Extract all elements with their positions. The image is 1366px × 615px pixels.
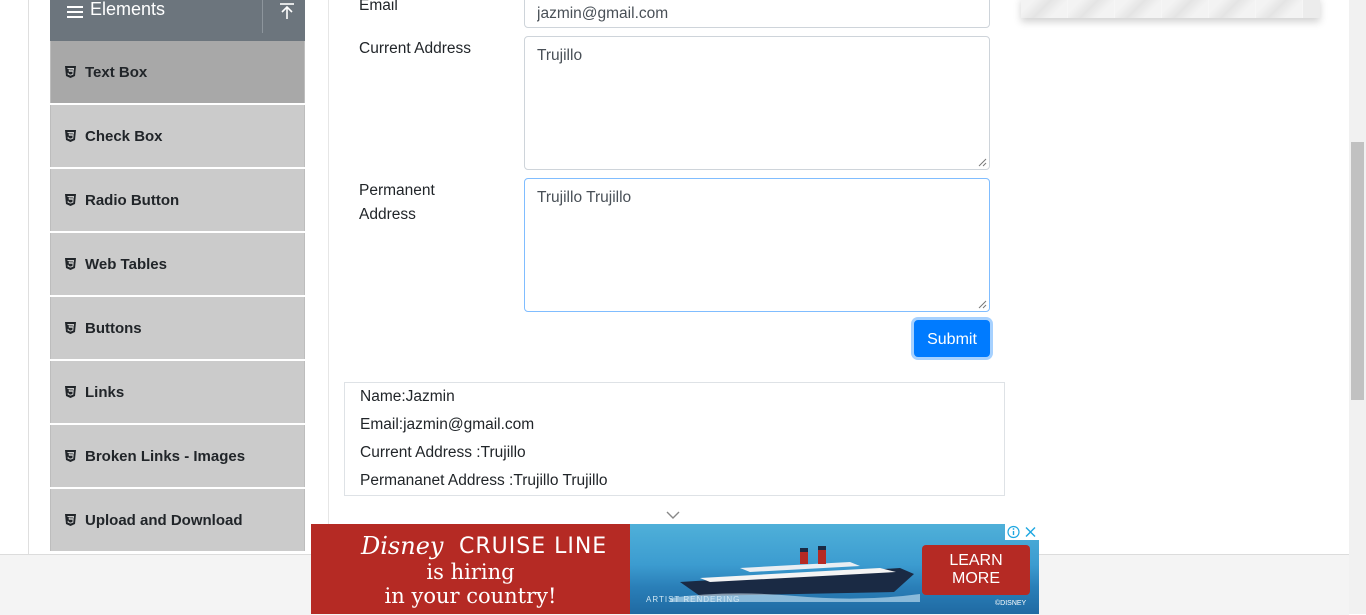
submit-button[interactable]: Submit bbox=[914, 320, 990, 357]
elements-group-header[interactable]: Elements bbox=[50, 0, 305, 41]
current-address-label: Current Address bbox=[359, 40, 471, 57]
ad-headline-line1: is hiring bbox=[426, 560, 515, 584]
menu-item-radio-button[interactable]: Radio Button bbox=[50, 169, 305, 231]
menu-item-label: Web Tables bbox=[85, 256, 167, 273]
email-label: Email bbox=[359, 0, 398, 14]
content-divider bbox=[328, 0, 329, 554]
menu-item-upload-and-download[interactable]: Upload and Download bbox=[50, 489, 305, 551]
menu-item-label: Check Box bbox=[85, 128, 163, 145]
ad-brand-line: CRUISE LINE bbox=[459, 534, 608, 559]
vertical-scrollbar[interactable] bbox=[1349, 0, 1366, 614]
learn-more-button[interactable]: LEARN MORE bbox=[922, 545, 1030, 595]
resize-handle-icon[interactable] bbox=[978, 300, 987, 309]
menu-item-label: Buttons bbox=[85, 320, 142, 337]
ad-copyright: ©DISNEY bbox=[995, 600, 1027, 607]
html5-icon bbox=[65, 194, 76, 206]
menu-item-broken-links-images[interactable]: Broken Links - Images bbox=[50, 425, 305, 487]
html5-icon bbox=[65, 130, 76, 142]
html5-icon bbox=[65, 450, 76, 462]
html5-icon bbox=[65, 514, 76, 526]
header-separator bbox=[262, 0, 263, 33]
menu-item-label: Links bbox=[85, 384, 125, 401]
menu-item-text-box[interactable]: Text Box bbox=[50, 41, 305, 103]
menu-item-links[interactable]: Links bbox=[50, 361, 305, 423]
current-address-value: Trujillo bbox=[537, 47, 583, 64]
cta-line2: MORE bbox=[952, 570, 1000, 587]
permanent-address-label-line2: Address bbox=[359, 206, 416, 223]
left-divider bbox=[28, 0, 29, 554]
permanent-address-textarea[interactable]: Trujillo Trujillo bbox=[524, 178, 990, 312]
email-field[interactable] bbox=[524, 0, 990, 28]
menu-item-web-tables[interactable]: Web Tables bbox=[50, 233, 305, 295]
html5-icon bbox=[65, 66, 76, 78]
permanent-address-label-line1: Permanent bbox=[359, 182, 435, 199]
output-name: Name:Jazmin bbox=[360, 388, 455, 405]
cta-line1: LEARN bbox=[949, 552, 1003, 569]
resize-handle-icon[interactable] bbox=[978, 158, 987, 167]
scrollbar-thumb[interactable] bbox=[1351, 142, 1364, 400]
current-address-textarea[interactable]: Trujillo bbox=[524, 36, 990, 170]
output-current-address: Current Address :Trujillo bbox=[360, 444, 526, 461]
menu-item-buttons[interactable]: Buttons bbox=[50, 297, 305, 359]
ad-text-panel: Disney CRUISE LINE is hiring in your cou… bbox=[311, 524, 630, 614]
permanent-address-value: Trujillo Trujillo bbox=[537, 189, 632, 206]
html5-icon bbox=[65, 258, 76, 270]
output-permanent-address: Permananet Address :Trujillo Trujillo bbox=[360, 472, 608, 489]
cruise-ship-icon bbox=[670, 546, 920, 602]
output-email: Email:jazmin@gmail.com bbox=[360, 416, 535, 433]
ad-close-icon[interactable] bbox=[1022, 524, 1039, 540]
ad-info-icon[interactable] bbox=[1005, 524, 1022, 540]
menu-item-label: Upload and Download bbox=[85, 512, 243, 529]
menu-item-label: Broken Links - Images bbox=[85, 448, 246, 465]
collapse-up-icon[interactable] bbox=[278, 2, 296, 20]
menu-item-label: Text Box bbox=[85, 64, 148, 81]
disney-cruise-ad[interactable]: Disney CRUISE LINE is hiring in your cou… bbox=[311, 524, 1039, 614]
output-panel: Name:Jazmin Email:jazmin@gmail.com Curre… bbox=[344, 382, 1005, 496]
menu-item-label: Radio Button bbox=[85, 192, 180, 209]
html5-icon bbox=[65, 386, 76, 398]
ad-footnote: ARTIST RENDERING bbox=[646, 595, 741, 604]
ad-headline-line2: in your country! bbox=[384, 584, 557, 608]
group-title: Elements bbox=[90, 0, 166, 19]
page: Elements Text Box Check Box Radio Button bbox=[0, 0, 1366, 615]
html5-icon bbox=[65, 322, 76, 334]
chevron-down-icon[interactable] bbox=[665, 510, 681, 520]
elements-menu: Text Box Check Box Radio Button Web Tabl… bbox=[50, 41, 305, 553]
ad-brand: Disney bbox=[361, 532, 444, 560]
menu-item-check-box[interactable]: Check Box bbox=[50, 105, 305, 167]
hamburger-icon bbox=[67, 6, 83, 18]
side-ad-remnant[interactable] bbox=[1021, 0, 1320, 18]
